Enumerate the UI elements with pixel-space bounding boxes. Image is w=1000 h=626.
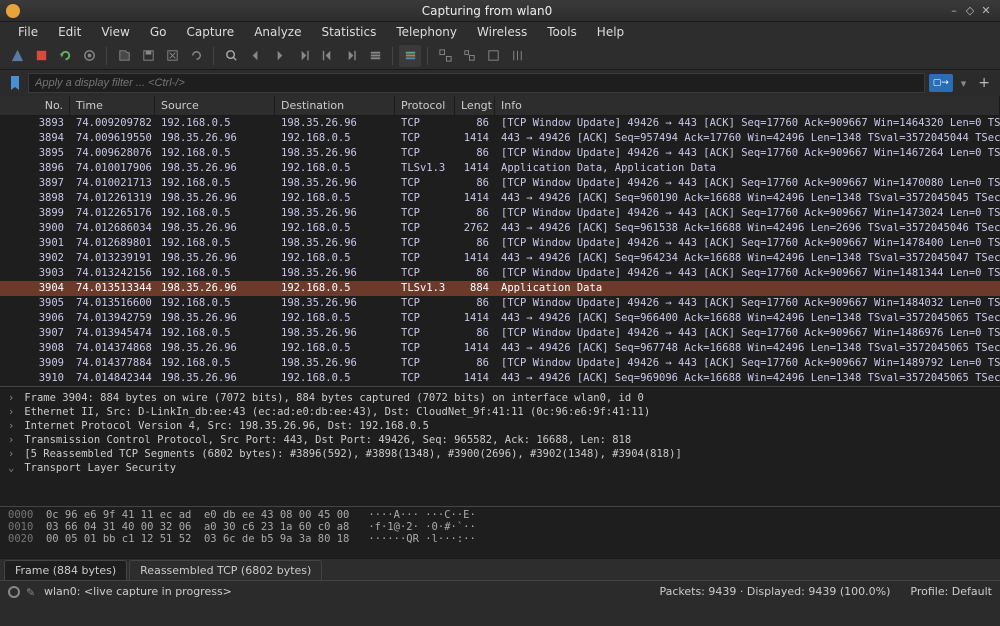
packet-bytes-pane[interactable]: 0000 0c 96 e6 9f 41 11 ec ad e0 db ee 43… <box>0 506 1000 558</box>
packet-row[interactable]: 389674.010017906198.35.26.96192.168.0.5T… <box>0 161 1000 176</box>
filter-expression-button[interactable]: ▢→ <box>929 74 953 92</box>
capture-options-button[interactable] <box>78 45 100 67</box>
packet-row[interactable]: 389874.012261319198.35.26.96192.168.0.5T… <box>0 191 1000 206</box>
menu-telephony[interactable]: Telephony <box>388 23 465 41</box>
edit-capture-comment-icon[interactable]: ✎ <box>26 586 38 598</box>
column-header[interactable]: No. <box>0 96 70 115</box>
auto-scroll-button[interactable] <box>364 45 386 67</box>
packet-row[interactable]: 390074.012686034198.35.26.96192.168.0.5T… <box>0 221 1000 236</box>
detail-row[interactable]: › Ethernet II, Src: D-LinkIn_db:ee:43 (e… <box>8 405 992 419</box>
go-back-button[interactable] <box>244 45 266 67</box>
packet-list-header: No.TimeSourceDestinationProtocolLengtInf… <box>0 96 1000 116</box>
column-header[interactable]: Protocol <box>395 96 455 115</box>
zoom-reset-button[interactable] <box>482 45 504 67</box>
reload-button[interactable] <box>185 45 207 67</box>
toolbar <box>0 42 1000 70</box>
save-file-button[interactable] <box>137 45 159 67</box>
titlebar: Capturing from wlan0 – ◇ ✕ <box>0 0 1000 22</box>
column-header[interactable]: Time <box>70 96 155 115</box>
menu-edit[interactable]: Edit <box>50 23 89 41</box>
colorize-button[interactable] <box>399 45 421 67</box>
bytes-tab[interactable]: Reassembled TCP (6802 bytes) <box>129 560 322 580</box>
status-profile[interactable]: Profile: Default <box>910 585 992 598</box>
maximize-button[interactable]: ◇ <box>962 4 978 17</box>
status-capture-text: wlan0: <live capture in progress> <box>44 585 659 598</box>
open-file-button[interactable] <box>113 45 135 67</box>
packet-row[interactable]: 389574.009628076192.168.0.5198.35.26.96T… <box>0 146 1000 161</box>
find-packet-button[interactable] <box>220 45 242 67</box>
start-capture-button[interactable] <box>6 45 28 67</box>
zoom-out-button[interactable] <box>458 45 480 67</box>
statusbar: ✎ wlan0: <live capture in progress> Pack… <box>0 580 1000 602</box>
resize-columns-button[interactable] <box>506 45 528 67</box>
minimize-button[interactable]: – <box>946 4 962 17</box>
detail-row[interactable]: › Internet Protocol Version 4, Src: 198.… <box>8 419 992 433</box>
filter-bar: ▢→ ▾ + <box>0 70 1000 96</box>
expert-info-icon[interactable] <box>8 586 20 598</box>
packet-row[interactable]: 390574.013516600192.168.0.5198.35.26.96T… <box>0 296 1000 311</box>
packet-row[interactable]: 390874.014374868198.35.26.96192.168.0.5T… <box>0 341 1000 356</box>
restart-capture-button[interactable] <box>54 45 76 67</box>
go-to-packet-button[interactable] <box>292 45 314 67</box>
zoom-in-button[interactable] <box>434 45 456 67</box>
packet-row[interactable]: 390674.013942759198.35.26.96192.168.0.5T… <box>0 311 1000 326</box>
menu-view[interactable]: View <box>93 23 137 41</box>
go-forward-button[interactable] <box>268 45 290 67</box>
go-first-button[interactable] <box>316 45 338 67</box>
packet-row[interactable]: 390974.014377884192.168.0.5198.35.26.96T… <box>0 356 1000 371</box>
filter-dropdown-icon[interactable]: ▾ <box>957 77 971 90</box>
detail-row[interactable]: ⌄ Transport Layer Security <box>8 461 992 475</box>
menu-statistics[interactable]: Statistics <box>313 23 384 41</box>
menu-help[interactable]: Help <box>589 23 632 41</box>
detail-row[interactable]: › Frame 3904: 884 bytes on wire (7072 bi… <box>8 391 992 405</box>
detail-row[interactable]: › Transmission Control Protocol, Src Por… <box>8 433 992 447</box>
wireshark-logo-icon <box>6 4 20 18</box>
hex-row[interactable]: 0020 00 05 01 bb c1 12 51 52 03 6c de b5… <box>8 533 992 545</box>
bookmark-icon[interactable] <box>6 74 24 92</box>
packet-row[interactable]: 389974.012265176192.168.0.5198.35.26.96T… <box>0 206 1000 221</box>
display-filter-input[interactable] <box>28 73 925 93</box>
column-header[interactable]: Info <box>495 96 1000 115</box>
menu-go[interactable]: Go <box>142 23 175 41</box>
packet-row[interactable]: 389474.009619550198.35.26.96192.168.0.5T… <box>0 131 1000 146</box>
packet-list-pane: No.TimeSourceDestinationProtocolLengtInf… <box>0 96 1000 386</box>
menu-capture[interactable]: Capture <box>178 23 242 41</box>
menu-analyze[interactable]: Analyze <box>246 23 309 41</box>
bytes-tab[interactable]: Frame (884 bytes) <box>4 560 127 580</box>
column-header[interactable]: Source <box>155 96 275 115</box>
bytes-tabstrip: Frame (884 bytes)Reassembled TCP (6802 b… <box>0 558 1000 580</box>
packet-row[interactable]: 389774.010021713192.168.0.5198.35.26.96T… <box>0 176 1000 191</box>
menu-file[interactable]: File <box>10 23 46 41</box>
packet-list-body[interactable]: 389374.009209782192.168.0.5198.35.26.96T… <box>0 116 1000 386</box>
close-button[interactable]: ✕ <box>978 4 994 17</box>
packet-row[interactable]: 390474.013513344198.35.26.96192.168.0.5T… <box>0 281 1000 296</box>
window-title: Capturing from wlan0 <box>28 4 946 18</box>
menubar: FileEditView GoCaptureAnalyzeStatisticsTe… <box>0 22 1000 42</box>
status-packet-count: Packets: 9439 · Displayed: 9439 (100.0%) <box>659 585 890 598</box>
menu-wireless[interactable]: Wireless <box>469 23 535 41</box>
packet-row[interactable]: 390774.013945474192.168.0.5198.35.26.96T… <box>0 326 1000 341</box>
packet-row[interactable]: 389374.009209782192.168.0.5198.35.26.96T… <box>0 116 1000 131</box>
hex-row[interactable]: 0010 03 66 04 31 40 00 32 06 a0 30 c6 23… <box>8 521 992 533</box>
packet-row[interactable]: 390374.013242156192.168.0.5198.35.26.96T… <box>0 266 1000 281</box>
go-last-button[interactable] <box>340 45 362 67</box>
stop-capture-button[interactable] <box>30 45 52 67</box>
close-file-button[interactable] <box>161 45 183 67</box>
hex-row[interactable]: 0000 0c 96 e6 9f 41 11 ec ad e0 db ee 43… <box>8 509 992 521</box>
column-header[interactable]: Lengt <box>455 96 495 115</box>
packet-row[interactable]: 391074.014842344198.35.26.96192.168.0.5T… <box>0 371 1000 386</box>
detail-row[interactable]: › [5 Reassembled TCP Segments (6802 byte… <box>8 447 992 461</box>
filter-add-button[interactable]: + <box>974 75 994 91</box>
packet-row[interactable]: 390174.012689801192.168.0.5198.35.26.96T… <box>0 236 1000 251</box>
packet-row[interactable]: 390274.013239191198.35.26.96192.168.0.5T… <box>0 251 1000 266</box>
column-header[interactable]: Destination <box>275 96 395 115</box>
menu-tools[interactable]: Tools <box>539 23 585 41</box>
packet-details-pane[interactable]: › Frame 3904: 884 bytes on wire (7072 bi… <box>0 386 1000 506</box>
